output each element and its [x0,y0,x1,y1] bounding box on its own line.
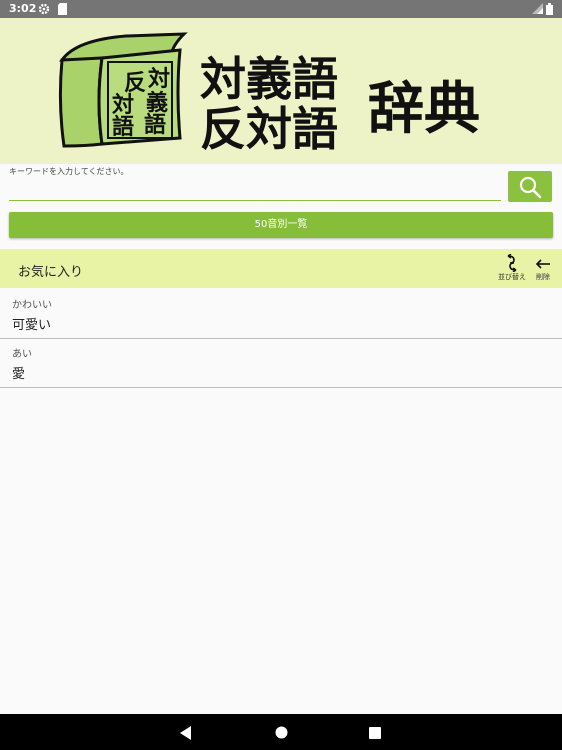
search-icon [519,176,542,199]
title-line-2: 反対語 [200,102,338,156]
status-bar: 3:02 [0,0,562,18]
item-reading: あい [12,349,32,360]
status-time: 3:02 [9,2,37,15]
delete-label: 削除 [536,273,550,281]
sort-icon [507,254,517,272]
app-banner: 反 対 対 義 語 語 対義語 反対語 辞典 [0,18,562,164]
book-text-5: 語 [112,114,134,140]
list-item[interactable]: かわいい 可愛い [0,290,562,339]
sort-label: 並び替え [498,273,526,281]
search-button[interactable] [508,171,552,202]
book-text-2: 対 [148,67,170,92]
favorites-title: お気に入り [18,265,84,280]
sort-button[interactable]: 並び替え [496,254,528,282]
favorites-header: お気に入り 並び替え 削除 [0,249,562,288]
book-text-6: 語 [144,112,166,138]
back-arrow-icon [535,259,550,269]
item-word: 可愛い [12,318,52,333]
recents-icon[interactable] [369,727,381,739]
item-reading: かわいい [12,300,52,311]
signal-icon [532,3,543,17]
delete-button[interactable]: 削除 [533,254,553,282]
book-logo-icon: 反 対 対 義 語 語 [58,32,188,148]
title-side: 辞典 [368,77,480,142]
back-icon[interactable] [180,726,192,740]
search-input[interactable] [9,176,501,201]
gear-icon [38,3,50,18]
item-word: 愛 [12,367,26,382]
home-icon[interactable] [275,726,288,739]
gojuon-list-button[interactable]: 50音別一覧 [9,212,553,238]
title-line-1: 対義語 [200,52,338,106]
battery-icon [546,3,553,18]
sd-card-icon [58,3,67,18]
list-item[interactable]: あい 愛 [0,339,562,388]
navigation-bar [0,714,562,750]
